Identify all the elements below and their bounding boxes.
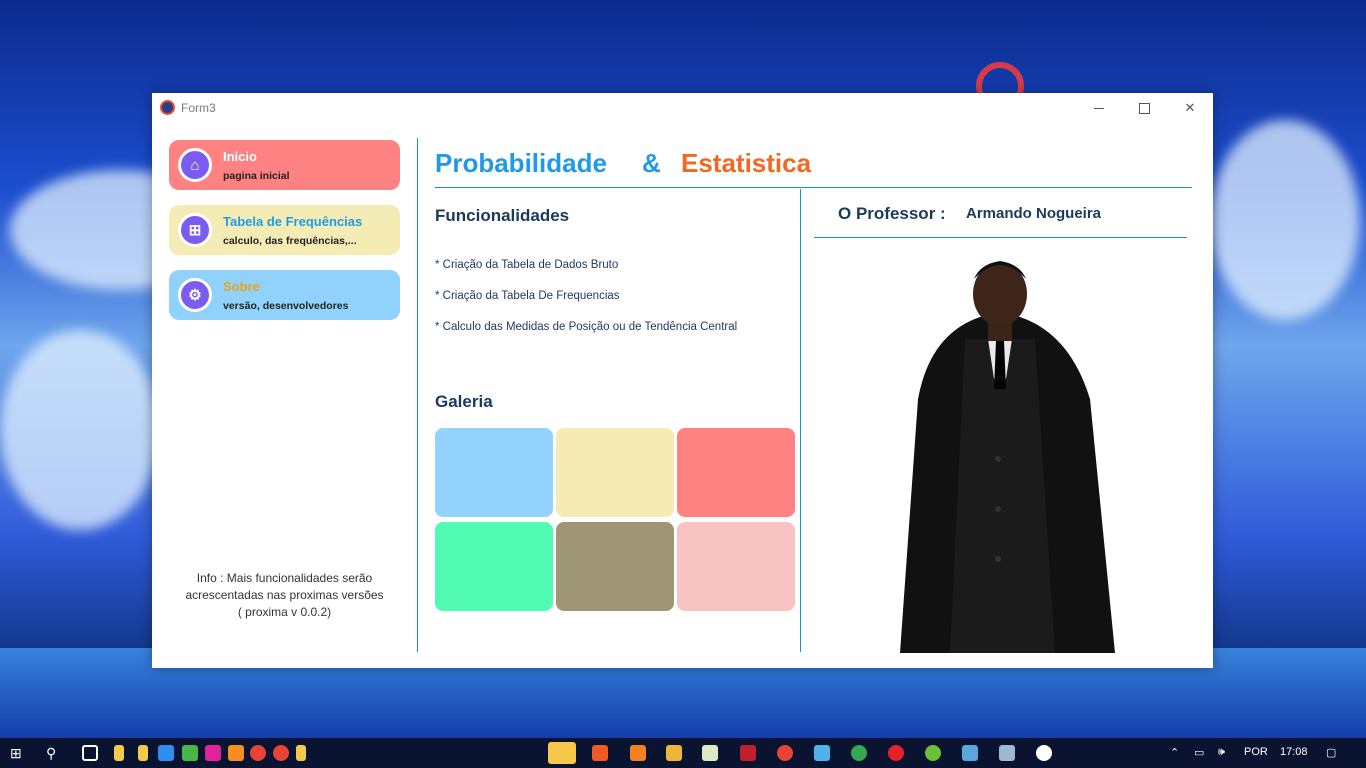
vlc-icon[interactable]	[630, 745, 646, 761]
features-heading: Funcionalidades	[435, 206, 570, 225]
download-icon[interactable]	[158, 745, 174, 761]
gear-icon: ⚙	[178, 278, 212, 312]
professor-photo	[900, 261, 1115, 653]
utorrent-icon[interactable]	[925, 745, 941, 761]
nav-inicio-button[interactable]: ⌂ Inicio pagina inicial	[169, 140, 400, 190]
page-title-estatistica: Estatistica	[681, 148, 812, 178]
gallery-tile[interactable]	[556, 428, 674, 517]
content-divider	[800, 189, 801, 652]
info-line: acrescentadas nas proximas versões	[185, 588, 384, 602]
feature-item: * Calculo das Medidas de Posição ou de T…	[435, 321, 738, 333]
windows-start-icon[interactable]: ⊞	[10, 745, 26, 761]
nav-sobre-title: Sobre	[223, 279, 260, 294]
app-icon[interactable]	[814, 745, 830, 761]
title-bar[interactable]: Form3 ✕	[152, 93, 1213, 123]
close-button[interactable]: ✕	[1167, 93, 1213, 123]
chrome-icon[interactable]	[250, 745, 266, 761]
nav-tabela-subtitle: calculo, das frequências,...	[223, 235, 357, 247]
feature-item: * Criação da Tabela De Frequencias	[435, 290, 620, 302]
opera-icon[interactable]	[888, 745, 904, 761]
nav-tabela-button[interactable]: ⊞ Tabela de Frequências calculo, das fre…	[169, 205, 400, 255]
language-indicator[interactable]: POR	[1244, 746, 1268, 758]
minimize-button[interactable]	[1076, 93, 1122, 123]
taskbar: ⊞ ⚲ ⌃ ▭ 🕪 POR 17:08 ▢	[0, 738, 1366, 768]
gallery-tile[interactable]	[677, 522, 795, 611]
nav-tabela-title: Tabela de Frequências	[223, 214, 363, 229]
app-icon[interactable]	[205, 745, 221, 761]
grid-icon: ⊞	[178, 213, 212, 247]
app-icon[interactable]	[182, 745, 198, 761]
app-icon[interactable]	[228, 745, 244, 761]
folder-icon[interactable]	[114, 745, 124, 761]
notification-icon[interactable]: ▢	[1326, 746, 1336, 759]
nav-inicio-subtitle: pagina inicial	[223, 170, 290, 182]
nav-inicio-title: Inicio	[223, 149, 257, 164]
chrome-icon[interactable]	[777, 745, 793, 761]
clock[interactable]: 17:08	[1280, 746, 1308, 758]
gallery-tile[interactable]	[677, 428, 795, 517]
task-view-icon[interactable]	[82, 745, 98, 761]
home-icon: ⌂	[178, 148, 212, 182]
sidebar-divider	[417, 138, 418, 652]
nav-sobre-button[interactable]: ⚙ Sobre versão, desenvolvedores	[169, 270, 400, 320]
minimize-icon	[1094, 107, 1104, 109]
professor-label: O Professor :	[838, 204, 946, 223]
sublime-icon[interactable]	[666, 745, 682, 761]
window-title: Form3	[181, 101, 216, 115]
brave-icon[interactable]	[592, 745, 608, 761]
feature-item: * Criação da Tabela de Dados Bruto	[435, 259, 619, 271]
folder-icon[interactable]	[138, 745, 148, 761]
chrome-icon[interactable]	[851, 745, 867, 761]
maximize-icon	[1138, 102, 1150, 114]
file-icon[interactable]	[296, 745, 306, 761]
volume-icon[interactable]: 🕪	[1218, 746, 1225, 759]
app-icon[interactable]	[740, 745, 756, 761]
close-icon: ✕	[1184, 100, 1196, 115]
gallery-tile[interactable]	[435, 522, 553, 611]
notepad-icon[interactable]	[702, 745, 718, 761]
search-icon[interactable]: ⚲	[46, 745, 62, 761]
gallery-heading: Galeria	[435, 392, 493, 411]
page-title-probabilidade: Probabilidade	[435, 148, 607, 178]
nav-sobre-subtitle: versão, desenvolvedores	[223, 300, 349, 312]
chevron-up-icon[interactable]: ⌃	[1170, 746, 1179, 759]
app-icon[interactable]	[999, 745, 1015, 761]
app-icon	[160, 100, 175, 115]
form3-taskbar-icon[interactable]	[1036, 745, 1052, 761]
network-icon[interactable]: ▭	[1194, 746, 1204, 759]
app-window: Form3 ✕ ⌂ Inicio pagina inicial ⊞ Tabela…	[152, 93, 1213, 668]
wallpaper-cloud	[1210, 120, 1360, 320]
professor-name: Armando Nogueira	[966, 205, 1102, 222]
page-title-ampersand: &	[642, 148, 661, 178]
header-divider	[435, 187, 1192, 188]
app-icon[interactable]	[962, 745, 978, 761]
professor-divider	[814, 237, 1187, 238]
file-explorer-icon[interactable]	[548, 742, 576, 764]
info-line: ( proxima v 0.0.2)	[237, 605, 332, 619]
maximize-button[interactable]	[1121, 93, 1167, 123]
info-line: Info : Mais funcionalidades serão	[196, 571, 373, 585]
chrome-icon[interactable]	[273, 745, 289, 761]
gallery-tile[interactable]	[556, 522, 674, 611]
gallery-tile[interactable]	[435, 428, 553, 517]
wallpaper-cloud	[0, 330, 160, 530]
info-message: Info : Mais funcionalidades serão acresc…	[169, 570, 400, 621]
